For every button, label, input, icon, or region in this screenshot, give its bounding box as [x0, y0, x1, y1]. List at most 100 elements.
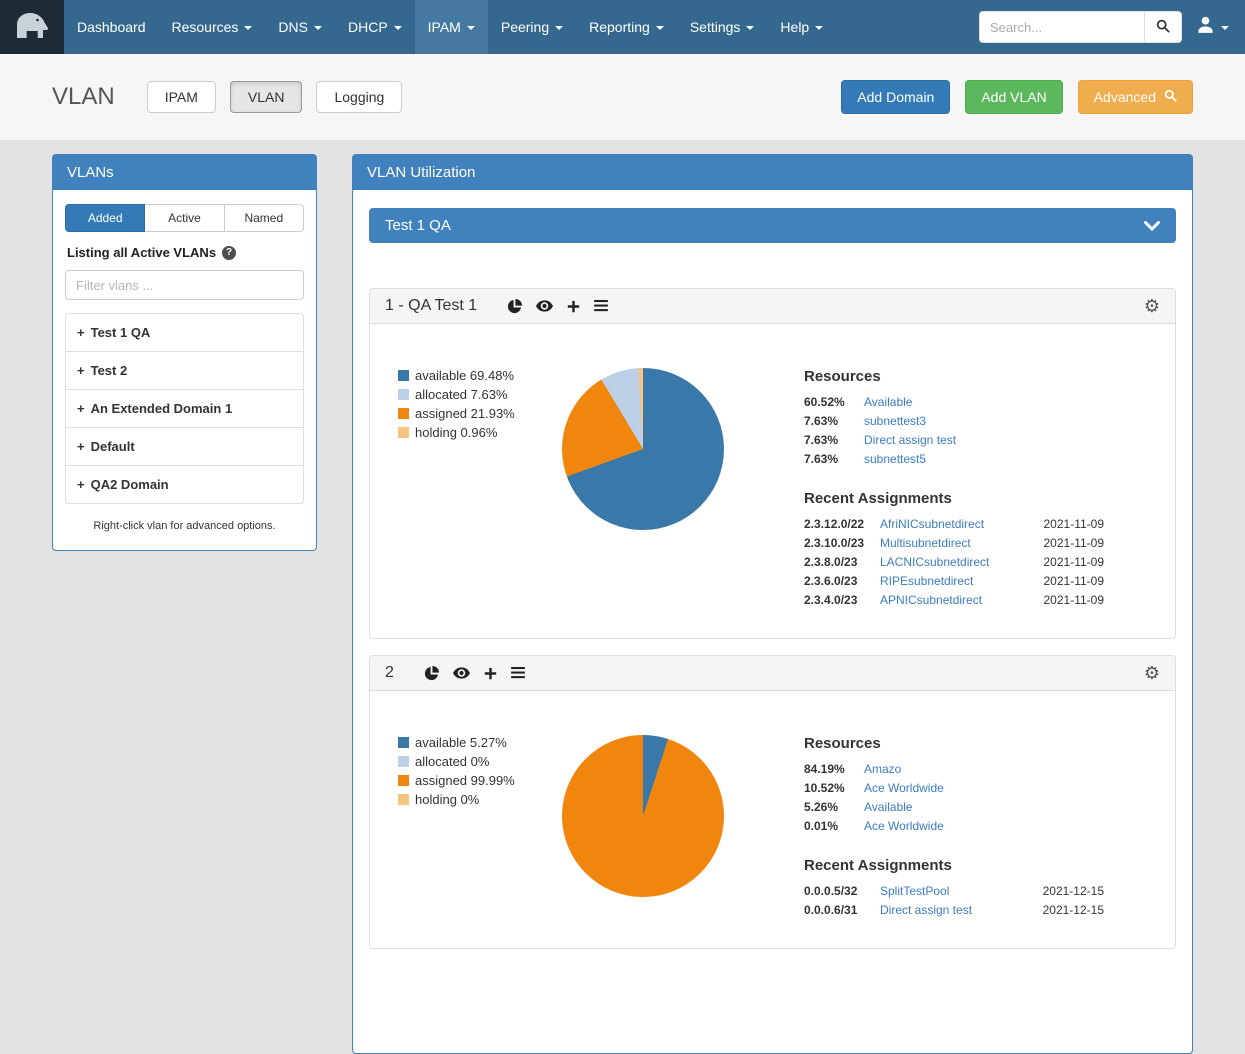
- assignment-row: 0.0.0.5/32SplitTestPool2021-12-15: [804, 884, 1104, 898]
- vlan-filter-input[interactable]: [65, 270, 304, 300]
- resource-link[interactable]: subnettest3: [864, 414, 926, 428]
- vlan-list-item[interactable]: +An Extended Domain 1: [66, 389, 303, 427]
- assignment-row: 2.3.8.0/23LACNICsubnetdirect2021-11-09: [804, 555, 1104, 569]
- recent-assignments-heading: Recent Assignments: [804, 857, 1104, 874]
- resource-link[interactable]: Available: [864, 800, 912, 814]
- nav-item-settings[interactable]: Settings: [677, 0, 768, 54]
- nav-item-resources[interactable]: Resources: [159, 0, 266, 54]
- navbar-search: [979, 11, 1182, 43]
- expand-icon[interactable]: +: [77, 325, 85, 340]
- gear-icon[interactable]: ⚙: [1144, 297, 1160, 315]
- vlan-list-item[interactable]: +Test 2: [66, 351, 303, 389]
- card-header: 1 - QA Test 1 ⚙: [370, 289, 1175, 324]
- nav-item-reporting[interactable]: Reporting: [576, 0, 677, 54]
- tab-named[interactable]: Named: [225, 204, 304, 232]
- expand-icon[interactable]: +: [77, 439, 85, 454]
- recent-assignments-heading: Recent Assignments: [804, 490, 1104, 507]
- nav-item-help[interactable]: Help: [767, 0, 836, 54]
- assignment-link[interactable]: Multisubnetdirect: [880, 536, 971, 550]
- pie-chart-icon[interactable]: [507, 299, 522, 314]
- plus-icon[interactable]: [484, 667, 497, 680]
- legend-swatch: [398, 756, 409, 767]
- resource-link[interactable]: Ace Worldwide: [864, 819, 944, 833]
- assignment-row: 2.3.10.0/23Multisubnetdirect2021-11-09: [804, 536, 1104, 550]
- chevron-down-icon: [467, 26, 475, 30]
- vlan-group-header[interactable]: Test 1 QA: [369, 208, 1176, 243]
- assignment-link[interactable]: Direct assign test: [880, 903, 972, 917]
- help-icon[interactable]: ?: [222, 246, 236, 260]
- legend-item: allocated 0%: [398, 754, 550, 769]
- app-logo[interactable]: [0, 0, 64, 54]
- top-navbar: Dashboard Resources DNS DHCP IPAM Peerin…: [0, 0, 1245, 54]
- vlans-panel: VLANs Added Active Named Listing all Act…: [52, 154, 317, 551]
- assignment-link[interactable]: APNICsubnetdirect: [880, 593, 982, 607]
- add-vlan-button[interactable]: Add VLAN: [965, 80, 1062, 114]
- resource-row: 5.26%Available: [804, 800, 1104, 814]
- expand-icon[interactable]: +: [77, 401, 85, 416]
- pie-legend: available 69.48% allocated 7.63% assigne…: [398, 368, 550, 612]
- header-actions: Add Domain Add VLAN Advanced: [841, 80, 1193, 114]
- vlan-list-item[interactable]: +QA2 Domain: [66, 465, 303, 503]
- nav-item-dhcp[interactable]: DHCP: [335, 0, 415, 54]
- nav-label: Reporting: [589, 19, 650, 35]
- menu-icon[interactable]: [594, 300, 608, 312]
- legend-item: available 5.27%: [398, 735, 550, 750]
- nav-item-peering[interactable]: Peering: [488, 0, 576, 54]
- assignment-row: 2.3.12.0/22AfriNICsubnetdirect2021-11-09: [804, 517, 1104, 531]
- nav-label: DHCP: [348, 19, 388, 35]
- expand-icon[interactable]: +: [77, 363, 85, 378]
- page-header: VLAN IPAM VLAN Logging Add Domain Add VL…: [0, 54, 1245, 140]
- chevron-down-icon: [746, 26, 754, 30]
- search-input[interactable]: [979, 11, 1144, 43]
- resource-link[interactable]: Available: [864, 395, 912, 409]
- resources-column: Resources 84.19%Amazo 10.52%Ace Worldwid…: [804, 735, 1104, 922]
- tab-added[interactable]: Added: [65, 204, 145, 232]
- pie-chart-icon[interactable]: [424, 666, 439, 681]
- legend-item: allocated 7.63%: [398, 387, 550, 402]
- vlan-list-item[interactable]: +Test 1 QA: [66, 314, 303, 351]
- menu-icon[interactable]: [511, 667, 525, 679]
- resource-link[interactable]: subnettest5: [864, 452, 926, 466]
- resource-link[interactable]: Ace Worldwide: [864, 781, 944, 795]
- assignment-link[interactable]: RIPEsubnetdirect: [880, 574, 973, 588]
- search-button[interactable]: [1144, 11, 1182, 43]
- legend-item: available 69.48%: [398, 368, 550, 383]
- view-button-vlan[interactable]: VLAN: [230, 81, 303, 113]
- resources-heading: Resources: [804, 368, 1104, 385]
- resource-link[interactable]: Direct assign test: [864, 433, 956, 447]
- view-button-ipam[interactable]: IPAM: [147, 81, 216, 113]
- expand-icon[interactable]: +: [77, 477, 85, 492]
- plus-icon[interactable]: [567, 300, 580, 313]
- eye-icon[interactable]: [453, 667, 470, 679]
- legend-item: holding 0%: [398, 792, 550, 807]
- main-nav: Dashboard Resources DNS DHCP IPAM Peerin…: [64, 0, 836, 54]
- card-body: available 5.27% allocated 0% assigned 99…: [370, 691, 1175, 948]
- listing-label: Listing all Active VLANs ?: [67, 245, 302, 260]
- view-button-logging[interactable]: Logging: [316, 81, 402, 113]
- eye-icon[interactable]: [536, 300, 553, 312]
- advanced-button[interactable]: Advanced: [1078, 80, 1193, 114]
- card-title: 1 - QA Test 1: [385, 297, 477, 315]
- add-domain-button[interactable]: Add Domain: [841, 80, 950, 114]
- assignment-row: 2.3.6.0/23RIPEsubnetdirect2021-11-09: [804, 574, 1104, 588]
- vlan-list-item[interactable]: +Default: [66, 427, 303, 465]
- content-area: VLANs Added Active Named Listing all Act…: [0, 140, 1245, 1054]
- assignment-date: 2021-11-09: [1044, 574, 1105, 588]
- gear-icon[interactable]: ⚙: [1144, 664, 1160, 682]
- nav-item-dns[interactable]: DNS: [265, 0, 335, 54]
- resource-link[interactable]: Amazo: [864, 762, 901, 776]
- user-menu[interactable]: [1196, 15, 1229, 39]
- nav-item-ipam[interactable]: IPAM: [415, 0, 488, 54]
- chevron-down-icon: [244, 26, 252, 30]
- assignment-link[interactable]: AfriNICsubnetdirect: [880, 517, 984, 531]
- tab-active[interactable]: Active: [145, 204, 224, 232]
- legend-swatch: [398, 370, 409, 381]
- chevron-down-icon: [394, 26, 402, 30]
- page-title: VLAN: [52, 83, 115, 111]
- assignment-link[interactable]: SplitTestPool: [880, 884, 949, 898]
- assignment-link[interactable]: LACNICsubnetdirect: [880, 555, 989, 569]
- chevron-down-icon[interactable]: [1144, 221, 1160, 231]
- user-icon: [1196, 15, 1215, 39]
- resources-column: Resources 60.52%Available 7.63%subnettes…: [804, 368, 1104, 612]
- nav-item-dashboard[interactable]: Dashboard: [64, 0, 159, 54]
